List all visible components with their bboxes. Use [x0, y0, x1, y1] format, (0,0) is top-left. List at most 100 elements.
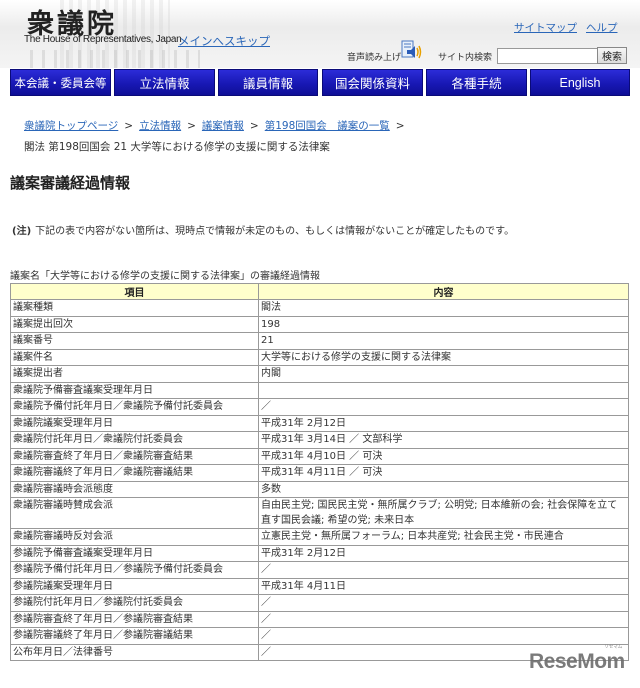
column-header-content: 内容 — [258, 283, 629, 300]
table-row: 衆議院審議終了年月日／衆議院審議結果 平成31年 4月11日 ／ 可決 — [10, 464, 629, 482]
nav-item-english[interactable]: English — [530, 69, 630, 96]
breadcrumb-current: 閣法 第198回国会 21 大学等における修学の支援に関する法律案 — [24, 141, 330, 153]
row-item-label: 衆議院審議時反対会派 — [10, 528, 259, 546]
resemom-watermark: ReseMom リセマム — [529, 644, 625, 674]
row-item-label: 衆議院議案受理年月日 — [10, 414, 259, 432]
table-row: 衆議院議案受理年月日 平成31年 2月12日 — [10, 414, 629, 432]
row-item-value: 平成31年 2月12日 — [258, 414, 629, 432]
skip-to-main-link[interactable]: メインへスキップ — [178, 33, 270, 49]
table-row: 議案提出者 内閣 — [10, 365, 629, 383]
table-row: 参議院付託年月日／参議院付託委員会／ — [10, 594, 629, 612]
row-item-value: 平成31年 4月10日 ／ 可決 — [258, 447, 629, 465]
row-item-label: 議案種類 — [10, 299, 259, 317]
row-item-value: 平成31年 2月12日 — [258, 544, 629, 562]
watermark-text: ReseMom — [529, 650, 625, 673]
breadcrumb-link-top[interactable]: 衆議院トップページ — [24, 120, 118, 132]
row-item-value: 大学等における修学の支援に関する法律案 — [258, 348, 629, 366]
breadcrumb-separator: > — [187, 120, 196, 132]
main-nav: 本会議・委員会等 立法情報 議員情報 国会関係資料 各種手続 English — [10, 69, 630, 97]
row-item-value — [258, 381, 629, 399]
row-item-label: 議案件名 — [10, 348, 259, 366]
table-row: 議案種類 閣法 — [10, 299, 629, 317]
table-row: 衆議院審査終了年月日／衆議院審査結果 平成31年 4月10日 ／ 可決 — [10, 447, 629, 465]
row-item-value: ／ — [258, 594, 629, 612]
row-item-value: 21 — [258, 332, 629, 350]
row-item-label: 参議院予備審査議案受理年月日 — [10, 544, 259, 562]
search-button[interactable]: 検索 — [597, 47, 627, 64]
row-item-label: 議案提出回次 — [10, 315, 259, 333]
nav-item-diet-materials[interactable]: 国会関係資料 — [322, 69, 423, 96]
note-prefix: (注) — [12, 226, 32, 237]
breadcrumb-separator: > — [249, 120, 259, 132]
watermark-subtext: リセマム — [604, 644, 623, 650]
table-header-row: 項目 内容 — [10, 283, 629, 300]
table-row: 衆議院審議時賛成会派 自由民主党; 国民民主党・無所属クラブ; 公明党; 日本維新… — [10, 497, 629, 529]
breadcrumb-separator: > — [124, 120, 134, 132]
table-row: 衆議院予備付託年月日／衆議院予備付託委員会／ — [10, 398, 629, 416]
row-item-label: 参議院議案受理年月日 — [10, 577, 259, 595]
row-item-value: 自由民主党; 国民民主党・無所属クラブ; 公明党; 日本維新の会; 社会保障を立… — [258, 497, 629, 529]
table-row: 参議院審査終了年月日／参議院審査結果／ — [10, 610, 629, 628]
row-item-value: 閣法 — [258, 299, 629, 317]
breadcrumb-separator: > — [395, 120, 405, 132]
breadcrumb: 衆議院トップページ > 立法情報 > 議案情報 > 第198回国会 議案の一覧 > — [24, 118, 411, 133]
speaker-icon[interactable] — [401, 40, 423, 60]
row-item-label: 議案番号 — [10, 332, 259, 350]
row-item-label: 衆議院審査終了年月日／衆議院審査結果 — [10, 447, 259, 465]
row-item-value: ／ — [258, 610, 629, 628]
breadcrumb-link-legislation[interactable]: 立法情報 — [139, 120, 181, 132]
nav-item-members[interactable]: 議員情報 — [218, 69, 318, 96]
building-background-columns — [30, 50, 200, 68]
sitemap-link[interactable]: サイトマップ — [514, 20, 577, 35]
help-link[interactable]: ヘルプ — [586, 20, 618, 35]
row-item-value: 平成31年 4月11日 ／ 可決 — [258, 464, 629, 482]
row-item-value: 198 — [258, 315, 629, 333]
row-item-value: 平成31年 4月11日 — [258, 577, 629, 595]
row-item-value: ／ — [258, 561, 629, 579]
table-row: 議案件名 大学等における修学の支援に関する法律案 — [10, 348, 629, 366]
row-item-label: 参議院予備付託年月日／参議院予備付託委員会 — [10, 561, 259, 579]
table-row: 参議院予備付託年月日／参議院予備付託委員会／ — [10, 561, 629, 579]
site-logo-english: The House of Representatives, Japan — [24, 34, 182, 45]
table-row: 衆議院審議時会派態度 多数 — [10, 480, 629, 498]
site-header: 衆議院 The House of Representatives, Japan … — [0, 0, 640, 68]
deliberation-table: 項目 内容 議案種類 閣法 議案提出回次 198 議案番号 21 議案件名 大学等における修学… — [10, 283, 629, 661]
table-row: 衆議院審議時反対会派 立憲民主党・無所属フォーラム; 日本共産党; 社会民主党・市… — [10, 528, 629, 546]
nav-item-legislation[interactable]: 立法情報 — [114, 69, 215, 96]
table-row: 議案提出回次 198 — [10, 315, 629, 333]
column-header-item: 項目 — [10, 283, 259, 300]
note-text: 下記の表で内容がない箇所は、現時点で情報が未定のもの、もしくは情報がないことが確… — [35, 226, 515, 237]
site-search-label: サイト内検索 — [438, 53, 493, 63]
table-row: 参議院審議終了年月日／参議院審議結果／ — [10, 627, 629, 645]
row-item-label: 衆議院審議時賛成会派 — [10, 497, 259, 529]
row-item-label: 参議院付託年月日／参議院付託委員会 — [10, 594, 259, 612]
row-item-value: 多数 — [258, 480, 629, 498]
page-title: 議案審議経過情報 — [10, 174, 131, 192]
table-row: 衆議院予備審査議案受理年月日 — [10, 381, 629, 399]
row-item-value: 立憲民主党・無所属フォーラム; 日本共産党; 社会民主党・市民連合 — [258, 528, 629, 546]
row-item-label: 衆議院審議終了年月日／衆議院審議結果 — [10, 464, 259, 482]
row-item-label: 参議院審議終了年月日／参議院審議結果 — [10, 627, 259, 645]
row-item-label: 衆議院予備付託年月日／衆議院予備付託委員会 — [10, 398, 259, 416]
row-item-label: 参議院審査終了年月日／参議院審査結果 — [10, 610, 259, 628]
nav-item-procedures[interactable]: 各種手続 — [426, 69, 527, 96]
row-item-label: 衆議院付託年月日／衆議院付託委員会 — [10, 431, 259, 449]
text-to-speech-label[interactable]: 音声読み上げ — [347, 50, 401, 63]
row-item-value: ／ — [258, 627, 629, 645]
row-item-label: 衆議院予備審査議案受理年月日 — [10, 381, 259, 399]
row-item-value: 平成31年 3月14日 ／ 文部科学 — [258, 431, 629, 449]
row-item-label: 議案提出者 — [10, 365, 259, 383]
row-item-label: 公布年月日／法律番号 — [10, 643, 259, 661]
breadcrumb-link-bills[interactable]: 議案情報 — [202, 120, 244, 132]
table-row: 参議院議案受理年月日 平成31年 4月11日 — [10, 577, 629, 595]
table-row: 議案番号 21 — [10, 332, 629, 350]
table-row: 衆議院付託年月日／衆議院付託委員会 平成31年 3月14日 ／ 文部科学 — [10, 431, 629, 449]
breadcrumb-link-bill-list[interactable]: 第198回国会 議案の一覧 — [265, 120, 390, 132]
row-item-label: 衆議院審議時会派態度 — [10, 480, 259, 498]
site-search-input[interactable] — [497, 48, 598, 64]
nav-item-plenary-committees[interactable]: 本会議・委員会等 — [10, 69, 111, 96]
table-row: 参議院予備審査議案受理年月日 平成31年 2月12日 — [10, 544, 629, 562]
row-item-value: ／ — [258, 398, 629, 416]
note: (注) 下記の表で内容がない箇所は、現時点で情報が未定のもの、もしくは情報がないこ… — [12, 222, 514, 237]
table-caption: 議案名「大学等における修学の支援に関する法律案」の審議経過情報 — [10, 271, 320, 282]
